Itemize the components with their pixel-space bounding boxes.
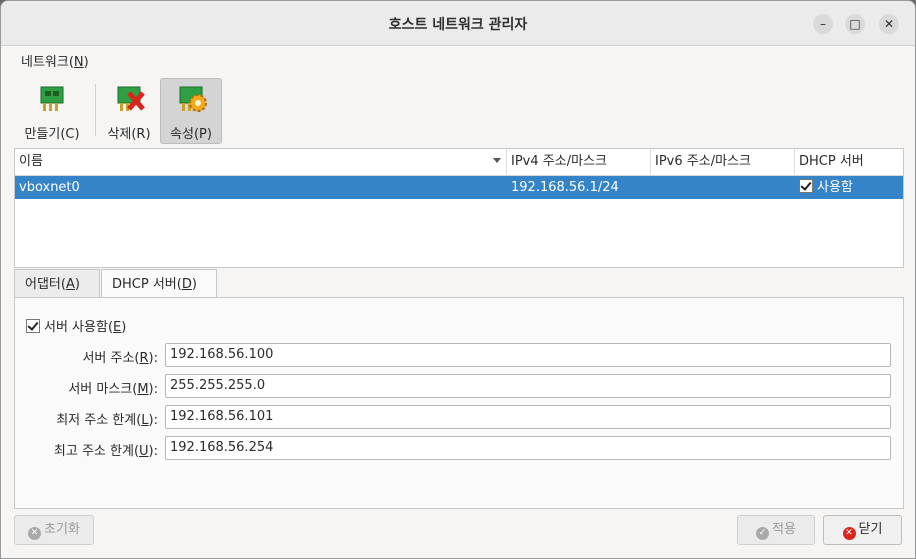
delete-label: 삭제(R): [107, 127, 151, 142]
dhcp-server-panel: 서버 사용함(E) 서버 주소(R): 192.168.56.100 서버 마스…: [14, 297, 904, 509]
lower-bound-label-text: 최저 주소 한계: [56, 413, 137, 428]
table-row[interactable]: vboxnet0 192.168.56.1/24 사용함: [15, 176, 903, 199]
server-mask-mnemonic: M: [137, 382, 149, 397]
server-address-label: 서버 주소(R):: [82, 351, 158, 366]
upper-bound-field[interactable]: 192.168.56.254: [165, 436, 891, 460]
server-mask-field[interactable]: 255.255.255.0: [165, 374, 891, 398]
reset-label: 초기화: [44, 522, 80, 537]
close-label: 닫기: [858, 522, 883, 537]
server-address-label-text: 서버 주소: [82, 351, 135, 366]
column-header-name[interactable]: 이름: [15, 149, 507, 175]
tab-adapter-mnemonic: A: [65, 277, 75, 292]
apply-button[interactable]: ✓ 적용: [737, 515, 815, 545]
cell-name: vboxnet0: [19, 180, 80, 195]
menu-bar: 네트워크(N): [1, 46, 915, 74]
column-header-dhcp[interactable]: DHCP 서버: [795, 149, 903, 175]
maximize-button[interactable]: □: [845, 14, 865, 34]
reset-icon: ✕: [28, 527, 42, 540]
apply-icon: ✓: [756, 527, 770, 540]
server-mask-label-text: 서버 마스크: [68, 382, 133, 397]
cell-dhcp[interactable]: 사용함: [799, 176, 853, 199]
properties-button[interactable]: 속성(P): [160, 78, 222, 144]
menu-network-label: 네트워크: [21, 55, 69, 70]
maximize-icon: □: [849, 17, 861, 31]
enable-server-label: 서버 사용함: [44, 320, 108, 335]
title-bar: 호스트 네트워크 관리자 – □ ✕: [1, 1, 915, 46]
close-circle-icon: ✕: [842, 527, 856, 540]
toolbar-separator: [95, 84, 96, 136]
tab-adapter[interactable]: 어댑터(A): [14, 269, 100, 297]
close-icon: ✕: [883, 17, 895, 31]
cell-ipv4: 192.168.56.1/24: [511, 180, 619, 195]
window-title: 호스트 네트워크 관리자: [388, 17, 528, 33]
upper-bound-label: 최고 주소 한계(U):: [53, 444, 158, 459]
menu-network[interactable]: 네트워크(N): [21, 51, 89, 70]
network-card-add-icon: [40, 86, 64, 111]
properties-label: 속성(P): [170, 127, 212, 142]
tab-dhcp-mnemonic: D: [181, 277, 192, 292]
network-table: 이름 IPv4 주소/마스크 IPv6 주소/마스크 DHCP 서버 vboxn…: [14, 148, 904, 268]
column-header-ipv4[interactable]: IPv4 주소/마스크: [507, 149, 651, 175]
server-address-field[interactable]: 192.168.56.100: [165, 343, 891, 367]
sort-descending-icon: [493, 158, 501, 163]
tab-adapter-label: 어댑터: [25, 277, 61, 292]
server-mask-label: 서버 마스크(M):: [68, 382, 158, 397]
minimize-button[interactable]: –: [813, 14, 833, 34]
server-address-mnemonic: R: [139, 351, 149, 366]
host-network-manager-window: 호스트 네트워크 관리자 – □ ✕ 네트워크(N) 만들기(C) 삭제(R) …: [0, 0, 916, 559]
apply-label: 적용: [772, 522, 796, 537]
table-header: 이름 IPv4 주소/마스크 IPv6 주소/마스크 DHCP 서버: [15, 149, 903, 176]
dhcp-enabled-checkbox[interactable]: [799, 179, 813, 193]
lower-bound-label: 최저 주소 한계(L):: [56, 413, 158, 428]
create-button[interactable]: 만들기(C): [15, 78, 89, 144]
minimize-icon: –: [820, 17, 826, 31]
toolbar: 만들기(C) 삭제(R) 속성(P): [1, 74, 915, 146]
cell-dhcp-label: 사용함: [817, 180, 853, 195]
create-label: 만들기(C): [24, 127, 80, 142]
enable-server-mnemonic: E: [113, 320, 122, 335]
upper-bound-label-text: 최고 주소 한계: [53, 444, 134, 459]
upper-bound-mnemonic: U: [139, 444, 149, 459]
lower-bound-mnemonic: L: [141, 413, 149, 428]
delete-button[interactable]: 삭제(R): [99, 78, 159, 144]
tab-dhcp-label: DHCP 서버: [112, 277, 177, 292]
lower-bound-field[interactable]: 192.168.56.101: [165, 405, 891, 429]
network-card-settings-icon: [179, 86, 207, 112]
enable-server-checkbox-box[interactable]: [26, 319, 40, 333]
tab-dhcp-server[interactable]: DHCP 서버(D): [101, 269, 217, 298]
column-header-ipv6[interactable]: IPv6 주소/마스크: [651, 149, 795, 175]
network-card-remove-icon: [117, 86, 145, 111]
close-window-button[interactable]: ✕: [879, 14, 899, 34]
enable-server-checkbox[interactable]: 서버 사용함(E): [26, 316, 126, 335]
reset-button[interactable]: ✕ 초기화: [14, 515, 94, 545]
menu-network-mnemonic: N: [73, 55, 84, 70]
close-button[interactable]: ✕ 닫기: [823, 515, 902, 545]
